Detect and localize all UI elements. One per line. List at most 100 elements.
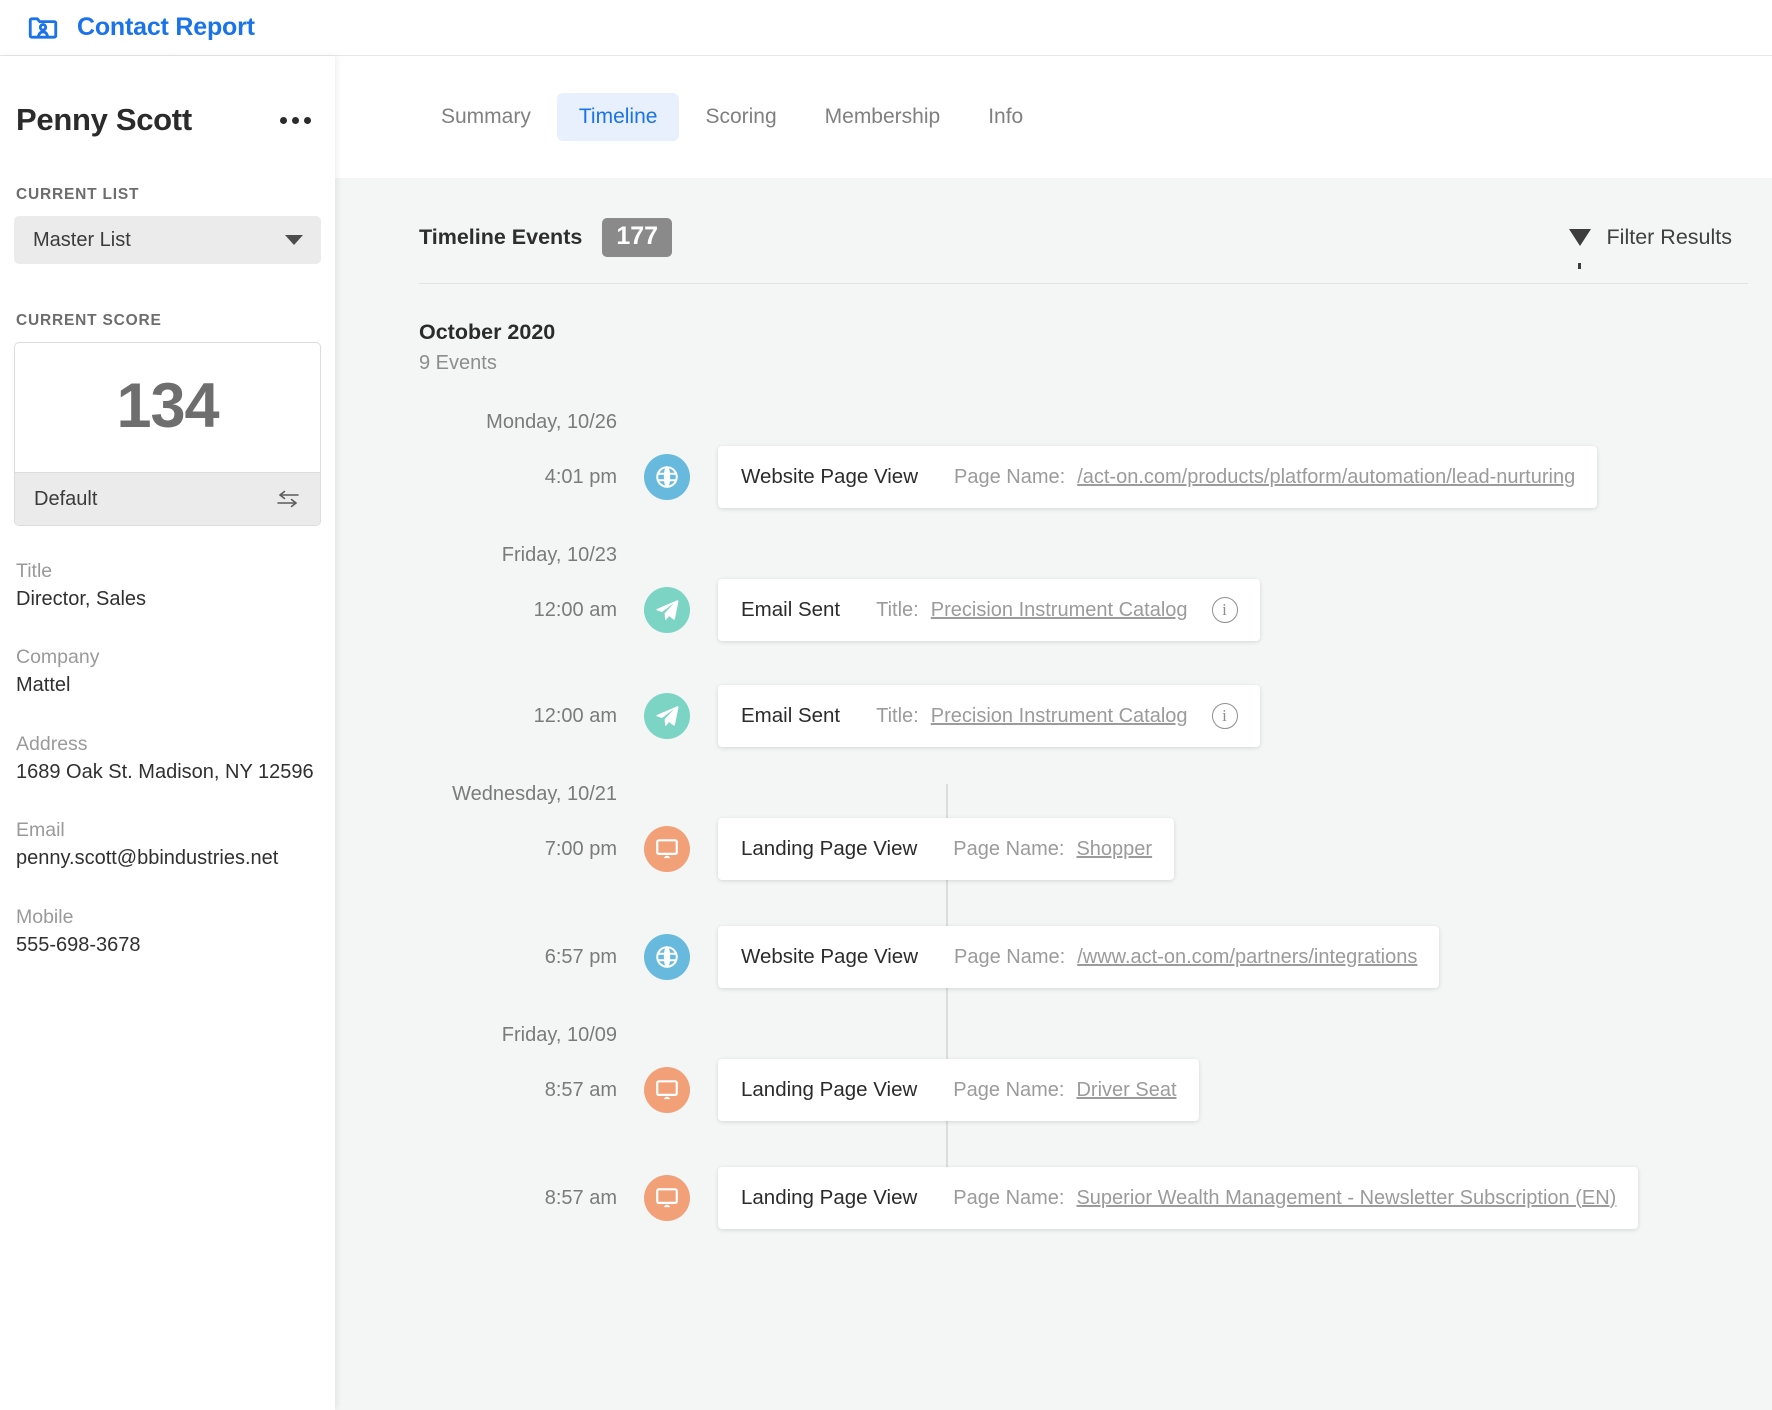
- event-type: Landing Page View: [741, 837, 918, 860]
- event-card[interactable]: Landing Page View Page Name: Shopper: [718, 818, 1175, 880]
- event-card[interactable]: Email Sent Title: Precision Instrument C…: [718, 685, 1260, 747]
- tab-timeline[interactable]: Timeline: [556, 93, 680, 141]
- day-label: Monday, 10/26: [486, 411, 617, 433]
- event-time: 8:57 am: [544, 1186, 617, 1209]
- field-label: Email: [16, 819, 65, 842]
- day-label: Friday, 10/23: [501, 544, 617, 566]
- current-score-label: CURRENT SCORE: [16, 312, 162, 329]
- timeline-event[interactable]: 12:00 am Email Sent Title: Precision Ins…: [419, 685, 1772, 747]
- contact-header: Penny Scott: [14, 56, 321, 138]
- event-value-link[interactable]: Precision Instrument Catalog: [931, 705, 1188, 728]
- field-label: Mobile: [16, 905, 74, 928]
- event-key: Page Name:: [953, 1186, 1065, 1209]
- tab-bar: Summary Timeline Scoring Membership Info: [335, 56, 1772, 178]
- event-time: 7:00 pm: [544, 837, 617, 860]
- field-email: Email penny.scott@bbindustries.net: [14, 819, 321, 871]
- field-value: 1689 Oak St. Madison, NY 12596: [16, 760, 314, 783]
- field-value: Director, Sales: [16, 588, 147, 610]
- tab-info[interactable]: Info: [966, 93, 1045, 141]
- event-time: 6:57 pm: [544, 945, 617, 968]
- chevron-down-icon: [285, 235, 303, 245]
- event-value-link[interactable]: /www.act-on.com/partners/integrations: [1077, 946, 1417, 969]
- filter-results-button[interactable]: Filter Results: [1568, 225, 1748, 269]
- event-key: Page Name:: [954, 465, 1066, 488]
- contact-folder-icon: [26, 11, 60, 45]
- event-key: Title:: [876, 704, 919, 727]
- monitor-icon: [644, 1175, 690, 1221]
- event-card[interactable]: Landing Page View Page Name: Driver Seat: [718, 1059, 1199, 1121]
- tab-scoring[interactable]: Scoring: [683, 93, 798, 141]
- score-value: 134: [116, 371, 219, 441]
- info-icon[interactable]: i: [1211, 597, 1238, 623]
- event-card[interactable]: Email Sent Title: Precision Instrument C…: [718, 579, 1260, 641]
- tab-membership[interactable]: Membership: [803, 93, 963, 141]
- field-address: Address 1689 Oak St. Madison, NY 12596: [14, 733, 321, 785]
- timeline-list: October 2020 9 Events Monday, 10/26 4:01…: [335, 284, 1772, 1229]
- current-list-label: CURRENT LIST: [16, 186, 140, 203]
- event-time: 8:57 am: [544, 1078, 617, 1101]
- tab-summary[interactable]: Summary: [419, 93, 553, 141]
- field-value: penny.scott@bbindustries.net: [16, 847, 279, 870]
- main-panel: Summary Timeline Scoring Membership Info…: [335, 56, 1772, 1410]
- field-mobile: Mobile 555-698-3678: [14, 906, 321, 958]
- timeline-month-count: 9 Events: [419, 352, 497, 374]
- event-key: Page Name:: [953, 837, 1065, 860]
- globe-icon: [644, 454, 690, 500]
- event-type: Email Sent: [741, 704, 841, 727]
- contact-name: Penny Scott: [16, 102, 192, 137]
- event-time: 12:00 am: [533, 598, 617, 621]
- timeline-events-count: 177: [602, 218, 673, 257]
- monitor-icon: [644, 1067, 690, 1113]
- event-type: Website Page View: [741, 465, 919, 488]
- globe-icon: [644, 934, 690, 980]
- event-key: Title:: [876, 598, 919, 621]
- paper-plane-icon: [644, 587, 690, 633]
- event-card[interactable]: Website Page View Page Name: /www.act-on…: [718, 926, 1440, 988]
- page-title: Contact Report: [77, 13, 255, 41]
- timeline-events-title: Timeline Events: [419, 225, 583, 249]
- event-time: 12:00 am: [533, 704, 617, 727]
- kebab-menu-icon[interactable]: [276, 111, 315, 130]
- contact-sidebar: Penny Scott CURRENT LIST Master List CUR…: [0, 56, 335, 1410]
- field-value: Mattel: [16, 674, 71, 697]
- score-sheet-switcher[interactable]: Default: [15, 472, 320, 525]
- event-type: Email Sent: [741, 598, 841, 621]
- event-value-link[interactable]: Driver Seat: [1076, 1079, 1176, 1102]
- event-key: Page Name:: [954, 945, 1066, 968]
- timeline-event[interactable]: 4:01 pm Website Page View Page Name: /ac…: [419, 446, 1772, 508]
- field-title: Title Director, Sales: [14, 560, 321, 612]
- monitor-icon: [644, 826, 690, 872]
- field-company: Company Mattel: [14, 646, 321, 698]
- event-value-link[interactable]: Superior Wealth Management - Newsletter …: [1076, 1187, 1616, 1210]
- field-label: Title: [16, 560, 53, 582]
- score-sheet-name: Default: [34, 487, 98, 510]
- current-list-select[interactable]: Master List: [14, 216, 321, 264]
- timeline-event[interactable]: 6:57 pm Website Page View Page Name: /ww…: [419, 926, 1772, 988]
- event-key: Page Name:: [953, 1078, 1065, 1101]
- filter-results-label: Filter Results: [1606, 225, 1732, 249]
- field-label: Company: [16, 646, 100, 669]
- timeline-event[interactable]: 8:57 am Landing Page View Page Name: Dri…: [419, 1059, 1772, 1121]
- field-label: Address: [16, 732, 88, 755]
- event-value-link[interactable]: Precision Instrument Catalog: [931, 599, 1188, 622]
- timeline-event[interactable]: 8:57 am Landing Page View Page Name: Sup…: [419, 1167, 1772, 1229]
- paper-plane-icon: [644, 693, 690, 739]
- current-list-value: Master List: [33, 228, 131, 251]
- timeline-event[interactable]: 12:00 am Email Sent Title: Precision Ins…: [419, 579, 1772, 641]
- top-bar: Contact Report: [0, 0, 1772, 56]
- event-value-link[interactable]: Shopper: [1076, 838, 1152, 861]
- timeline-month: October 2020: [419, 320, 556, 344]
- event-card[interactable]: Website Page View Page Name: /act-on.com…: [718, 446, 1598, 508]
- event-type: Landing Page View: [741, 1078, 918, 1101]
- event-time: 4:01 pm: [544, 465, 617, 488]
- event-type: Landing Page View: [741, 1186, 918, 1209]
- event-card[interactable]: Landing Page View Page Name: Superior We…: [718, 1167, 1639, 1229]
- timeline-event[interactable]: 7:00 pm Landing Page View Page Name: Sho…: [419, 818, 1772, 880]
- field-value: 555-698-3678: [16, 933, 141, 956]
- event-type: Website Page View: [741, 945, 919, 968]
- swap-arrows-icon: [276, 489, 300, 509]
- info-icon[interactable]: i: [1211, 703, 1238, 729]
- event-value-link[interactable]: /act-on.com/products/platform/automation…: [1077, 466, 1575, 489]
- timeline-events-header: Timeline Events 177 Filter Results: [335, 178, 1772, 269]
- funnel-icon: [1568, 229, 1591, 269]
